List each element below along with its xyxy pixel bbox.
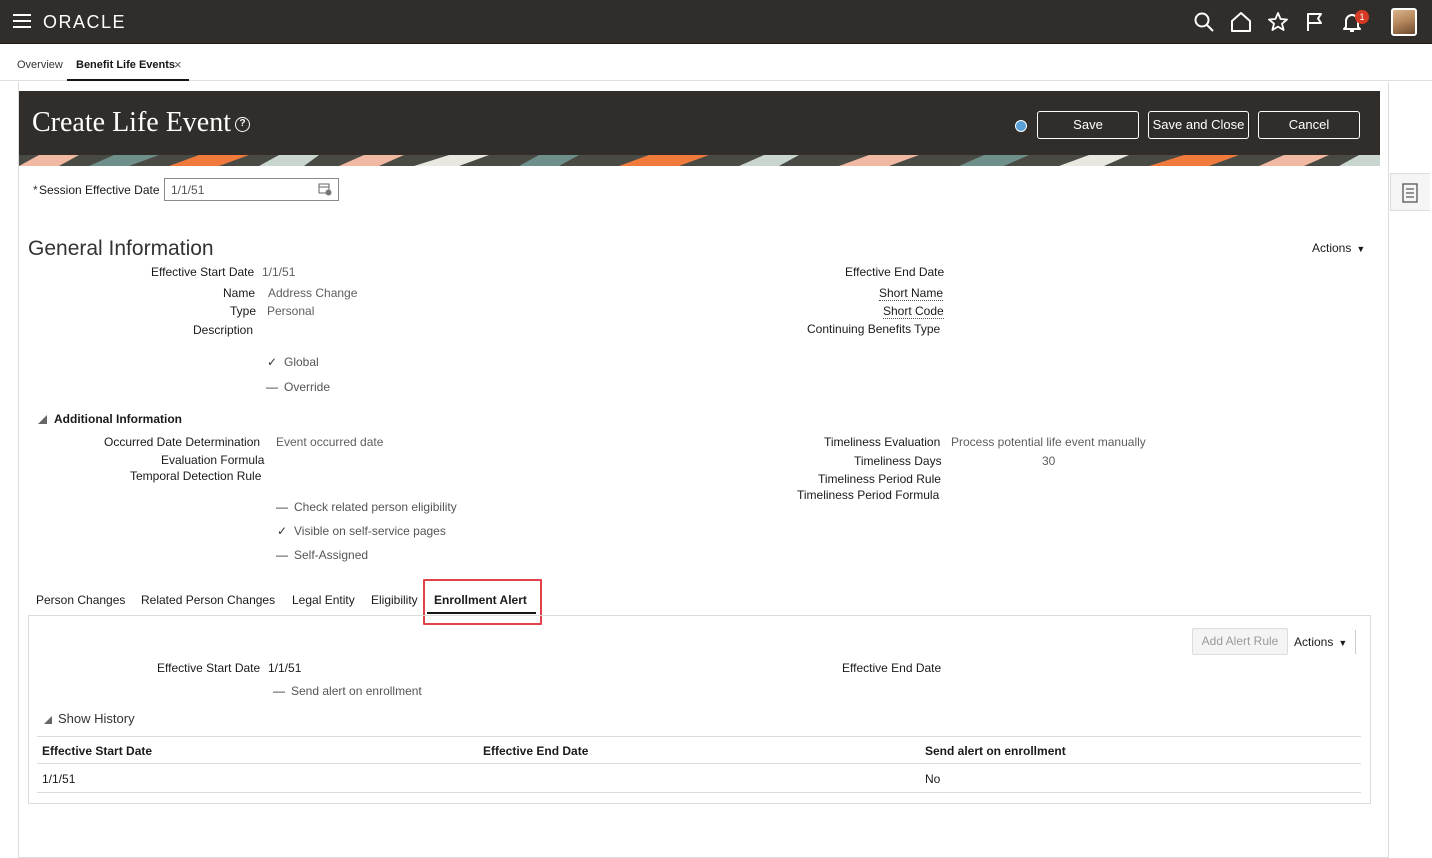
active-tab-indicator	[67, 79, 189, 81]
side-panel-toggle[interactable]	[1390, 173, 1430, 211]
additional-information-toggle[interactable]: Additional Information	[38, 412, 182, 426]
global-checkbox[interactable]: ✓ Global	[266, 355, 319, 369]
cancel-button[interactable]: Cancel	[1258, 111, 1360, 139]
document-icon	[1402, 183, 1418, 203]
oracle-logo[interactable]: ORACLE	[43, 12, 126, 33]
unchecked-dash-icon: —	[276, 500, 288, 514]
effective-end-date-label: Effective End Date	[845, 265, 945, 279]
top-bar: ORACLE 1	[0, 0, 1432, 44]
type-value: Personal	[267, 304, 315, 318]
effective-start-date-label: Effective Start Date	[151, 265, 255, 279]
tab-benefit-life-events[interactable]: Benefit Life Events	[76, 59, 175, 71]
tab-legal-entity[interactable]: Legal Entity	[292, 593, 355, 607]
table-row[interactable]: 1/1/51 No	[37, 764, 1361, 793]
name-label: Name	[223, 286, 256, 300]
toolbar-separator	[1355, 630, 1356, 654]
page-tab-strip: Overview Benefit Life Events ×	[0, 44, 1432, 81]
favorites-star-icon[interactable]	[1266, 10, 1290, 34]
menu-icon[interactable]	[13, 14, 31, 28]
occurred-date-determination-value: Event occurred date	[276, 435, 384, 449]
column-header-effective-start-date[interactable]: Effective Start Date	[42, 744, 152, 758]
collapse-triangle-icon	[44, 716, 52, 724]
required-indicator: *	[33, 183, 38, 197]
timeliness-evaluation-label: Timeliness Evaluation	[824, 435, 941, 449]
timeliness-period-formula-label: Timeliness Period Formula	[797, 488, 940, 502]
session-date-label: Session Effective Date	[39, 183, 160, 197]
unchecked-dash-icon: —	[276, 548, 288, 562]
globe-icon[interactable]	[1015, 120, 1027, 132]
flag-icon[interactable]	[1303, 10, 1327, 34]
checkmark-icon: ✓	[276, 524, 288, 538]
history-table-header: Effective Start Date Effective End Date …	[37, 736, 1361, 764]
home-icon[interactable]	[1229, 10, 1253, 34]
general-actions-menu[interactable]: Actions ▼	[1312, 241, 1365, 255]
column-header-effective-end-date[interactable]: Effective End Date	[483, 744, 588, 758]
save-and-close-button[interactable]: Save and Close	[1148, 111, 1249, 139]
alert-effective-start-date-label: Effective Start Date	[157, 661, 261, 675]
timeliness-days-value: 30	[1042, 454, 1056, 468]
short-name-label[interactable]: Short Name	[879, 286, 944, 301]
timeliness-period-rule-label: Timeliness Period Rule	[818, 472, 941, 486]
send-alert-on-enrollment-checkbox[interactable]: — Send alert on enrollment	[273, 684, 422, 698]
tab-person-changes[interactable]: Person Changes	[36, 593, 125, 607]
type-label: Type	[230, 304, 257, 318]
checkmark-icon: ✓	[266, 355, 278, 369]
user-avatar[interactable]	[1391, 8, 1417, 36]
occurred-date-determination-label: Occurred Date Determination	[104, 435, 261, 449]
close-tab-icon[interactable]: ×	[174, 57, 182, 72]
save-button[interactable]: Save	[1037, 111, 1139, 139]
page-header: Create Life Event ? Save Save and Close …	[19, 91, 1380, 166]
tab-overview[interactable]: Overview	[17, 59, 63, 71]
evaluation-formula-label: Evaluation Formula	[161, 453, 265, 467]
page-title: Create Life Event	[32, 107, 232, 138]
decorative-banner	[19, 155, 1380, 166]
description-label: Description	[193, 323, 254, 337]
search-icon[interactable]	[1192, 10, 1216, 34]
unchecked-dash-icon: —	[273, 684, 285, 698]
temporal-detection-rule-label: Temporal Detection Rule	[130, 469, 262, 483]
general-information-heading: General Information	[28, 237, 214, 260]
continuing-benefits-type-label: Continuing Benefits Type	[807, 322, 941, 336]
timeliness-evaluation-value: Process potential life event manually	[951, 435, 1146, 449]
collapse-triangle-icon	[38, 415, 47, 424]
help-icon[interactable]: ?	[235, 117, 250, 132]
enrollment-actions-menu[interactable]: Actions ▼	[1294, 635, 1347, 649]
tab-related-person-changes[interactable]: Related Person Changes	[141, 593, 275, 607]
show-history-toggle[interactable]: Show History	[44, 711, 135, 726]
alert-effective-start-date-value: 1/1/51	[268, 661, 302, 675]
cell-effective-start-date: 1/1/51	[42, 772, 76, 786]
add-alert-rule-button[interactable]: Add Alert Rule	[1192, 628, 1288, 655]
name-value: Address Change	[268, 286, 358, 300]
override-checkbox[interactable]: — Override	[266, 380, 330, 394]
visible-on-self-service-checkbox[interactable]: ✓ Visible on self-service pages	[276, 524, 446, 538]
short-code-label[interactable]: Short Code	[883, 304, 944, 319]
column-header-send-alert[interactable]: Send alert on enrollment	[925, 744, 1066, 758]
timeliness-days-label: Timeliness Days	[854, 454, 942, 468]
unchecked-dash-icon: —	[266, 380, 278, 394]
tab-eligibility[interactable]: Eligibility	[371, 593, 418, 607]
calendar-icon[interactable]	[318, 182, 332, 196]
self-assigned-checkbox[interactable]: — Self-Assigned	[276, 548, 368, 562]
check-related-person-eligibility-checkbox[interactable]: — Check related person eligibility	[276, 500, 457, 514]
notification-badge: 1	[1355, 10, 1369, 24]
cell-send-alert: No	[925, 772, 941, 786]
session-date-input[interactable]	[164, 178, 339, 201]
effective-start-date-value: 1/1/51	[262, 265, 296, 279]
alert-effective-end-date-label: Effective End Date	[842, 661, 942, 675]
